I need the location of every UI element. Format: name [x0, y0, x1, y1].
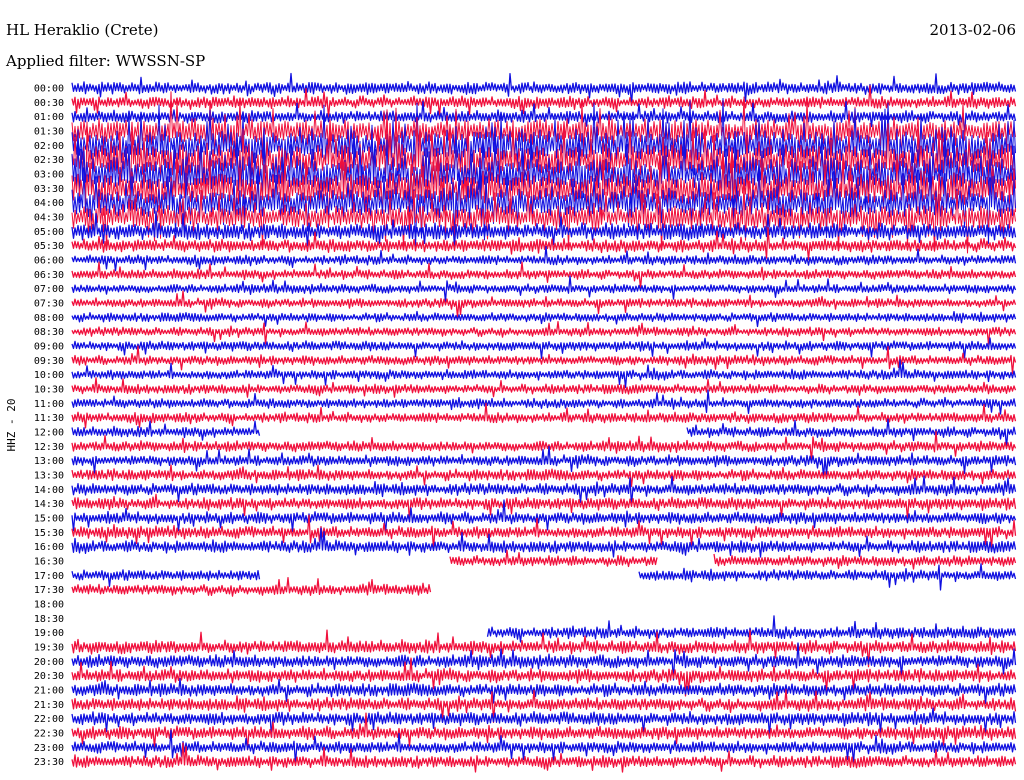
row-label-1000: 10:00 [34, 370, 64, 381]
row-label-1800: 18:00 [34, 600, 64, 611]
row-label-0530: 05:30 [34, 241, 64, 252]
row-label-1600: 16:00 [34, 542, 64, 553]
row-label-0430: 04:30 [34, 213, 64, 224]
helicorder-chart: HL Heraklio (Crete) 2013-02-06 Applied f… [0, 0, 1024, 780]
row-label-0830: 08:30 [34, 327, 64, 338]
row-label-0500: 05:00 [34, 227, 64, 238]
row-label-2200: 22:00 [34, 714, 64, 725]
row-label-2300: 23:00 [34, 743, 64, 754]
row-label-2330: 23:30 [34, 757, 64, 768]
row-label-1930: 19:30 [34, 643, 64, 654]
row-label-1230: 12:30 [34, 442, 64, 453]
row-label-0100: 01:00 [34, 112, 64, 123]
date-label: 2013-02-06 [930, 21, 1016, 39]
row-label-1030: 10:30 [34, 385, 64, 396]
row-label-1500: 15:00 [34, 514, 64, 525]
row-label-1200: 12:00 [34, 428, 64, 439]
row-label-1730: 17:30 [34, 585, 64, 596]
row-label-2130: 21:30 [34, 700, 64, 711]
row-label-2230: 22:30 [34, 729, 64, 740]
row-label-2030: 20:30 [34, 671, 64, 682]
row-label-0200: 02:00 [34, 141, 64, 152]
row-label-1900: 19:00 [34, 628, 64, 639]
row-label-0330: 03:30 [34, 184, 64, 195]
row-label-0000: 00:00 [34, 84, 64, 95]
row-label-0700: 07:00 [34, 284, 64, 295]
station-title: HL Heraklio (Crete) [6, 21, 159, 39]
row-label-0400: 04:00 [34, 198, 64, 209]
row-label-0130: 01:30 [34, 127, 64, 138]
row-label-1530: 15:30 [34, 528, 64, 539]
row-label-1430: 14:30 [34, 499, 64, 510]
row-label-2100: 21:00 [34, 686, 64, 697]
row-label-0230: 02:30 [34, 155, 64, 166]
row-label-2000: 20:00 [34, 657, 64, 668]
row-label-1300: 13:00 [34, 456, 64, 467]
row-label-0900: 09:00 [34, 342, 64, 353]
row-label-0800: 08:00 [34, 313, 64, 324]
channel-axis-label: HHZ - 20 [5, 399, 18, 452]
filter-label: Applied filter: WWSSN-SP [5, 52, 205, 70]
row-label-1330: 13:30 [34, 471, 64, 482]
row-label-0600: 06:00 [34, 256, 64, 267]
row-label-0930: 09:30 [34, 356, 64, 367]
row-label-1700: 17:00 [34, 571, 64, 582]
row-label-1630: 16:30 [34, 557, 64, 568]
row-label-1830: 18:30 [34, 614, 64, 625]
row-label-1130: 11:30 [34, 413, 64, 424]
row-label-0730: 07:30 [34, 299, 64, 310]
row-label-0030: 00:30 [34, 98, 64, 109]
row-label-0630: 06:30 [34, 270, 64, 281]
row-label-0300: 03:00 [34, 170, 64, 181]
row-label-1400: 14:00 [34, 485, 64, 496]
row-label-1100: 11:00 [34, 399, 64, 410]
